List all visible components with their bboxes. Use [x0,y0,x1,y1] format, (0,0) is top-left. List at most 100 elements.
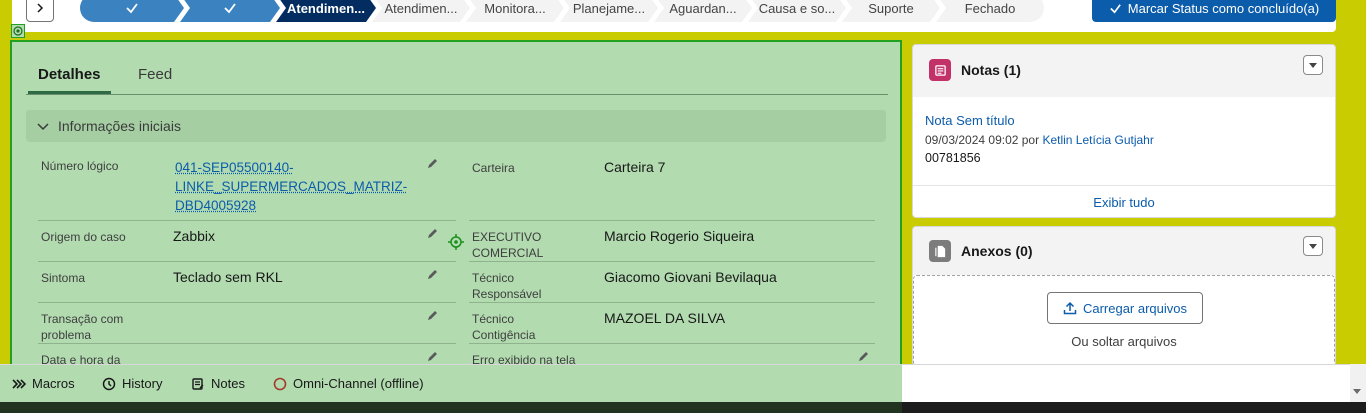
utility-bar: Macros History Notes Omni-Channel (offli… [0,364,1350,403]
section-header-informacoes[interactable]: Informações iniciais [26,110,886,142]
field-value-numero-logico-line1[interactable]: 041-SEP05500140- [175,158,294,177]
view-all-label: Exibir tudo [1093,194,1155,210]
upload-files-button[interactable]: Carregar arquivos [1047,292,1203,324]
check-icon [125,1,139,15]
utility-omni-label: Omni-Channel (offline) [293,376,424,391]
caret-down-icon [1309,63,1317,68]
field-label-transacao-1: Transação com [41,312,124,326]
path-stage-5[interactable]: Monitora... [466,0,564,22]
path-stage-9[interactable]: Suporte [842,0,940,22]
check-icon [1110,3,1121,13]
mark-status-label: Marcar Status como concluído(a) [1127,0,1320,16]
field-value-numero-logico-line3[interactable]: DBD4005928 [175,196,256,215]
field-value-tecnico-resp: Giacomo Giovani Bevilaqua [604,269,777,285]
attachments-card-menu-button[interactable] [1303,236,1323,256]
notes-card-header: Notas (1) [913,45,1335,97]
attachments-card-header: Anexos (0) [913,227,1335,275]
os-taskbar [0,402,1366,413]
pencil-icon[interactable] [426,268,439,281]
offline-status-icon [273,377,287,390]
path-stage-label: Fechado [964,0,1016,16]
divider [38,343,456,344]
tab-feed[interactable]: Feed [138,66,172,83]
notes-card-menu-button[interactable] [1303,55,1323,75]
tab-detalhes[interactable]: Detalhes [28,66,110,94]
utility-macros[interactable]: Macros [12,376,75,391]
scroll-down-icon[interactable] [1352,388,1362,396]
pencil-icon[interactable] [426,157,439,170]
section-title: Informações iniciais [58,118,181,134]
target-icon [11,24,25,38]
scrollbar[interactable] [1350,364,1366,402]
field-value-numero-logico-line2[interactable]: LINKE_SUPERMERCADOS_MATRIZ- [175,177,407,196]
field-label-numero-logico: Número lógico [41,159,119,173]
path-stage-8[interactable]: Causa e so... [748,0,846,22]
path-stage-10[interactable]: Fechado [936,0,1044,22]
field-label-executivo-2: COMERCIAL [472,246,544,260]
note-link[interactable]: Nota Sem título [925,113,1015,128]
crosshair-icon [448,234,464,250]
file-dropzone[interactable]: Carregar arquivos Ou soltar arquivos [913,275,1335,366]
drop-files-text: Ou soltar arquivos [1071,334,1177,349]
notes-card-title[interactable]: Notas (1) [961,62,1021,78]
utility-history-label: History [122,376,163,391]
field-label-tecnico-cont-1: Técnico [472,312,515,326]
path-stage-label: Suporte [868,0,914,16]
mark-status-complete-button[interactable]: Marcar Status como concluído(a) [1092,0,1336,22]
divider [469,302,875,303]
path-stage-current[interactable]: Atendimen... [276,0,376,22]
divider [38,261,456,262]
field-label-carteira: Carteira [472,161,515,175]
path-toggle-button[interactable] [26,0,54,22]
divider [469,343,875,344]
taskbar-highlight [0,402,902,413]
note-date: 09/03/2024 09:02 por [925,133,1040,147]
pencil-icon[interactable] [426,350,439,363]
chevron-down-icon [37,123,49,131]
note-icon [192,377,204,390]
path-stage-1[interactable] [80,0,184,22]
chevron-right-icon [37,3,44,13]
file-icon [929,240,951,262]
pencil-icon[interactable] [426,227,439,240]
status-path-bar: Atendimen... Atendimen... Monitora... Pl… [12,0,1336,32]
note-author-link[interactable]: Ketlin Letícia Gutjahr [1042,133,1153,147]
attachments-card: Anexos (0) Carregar arquivos Ou soltar a… [912,226,1336,366]
utility-macros-label: Macros [32,376,75,391]
divider [38,220,456,221]
field-value-carteira: Carteira 7 [604,159,666,175]
pencil-icon[interactable] [426,309,439,322]
note-number: 00781856 [925,151,981,165]
caret-down-icon [1309,244,1317,249]
field-value-origem: Zabbix [173,228,216,244]
divider [469,220,875,221]
field-value-tecnico-cont: MAZOEL DA SILVA [604,310,726,326]
attachments-card-title[interactable]: Anexos (0) [961,243,1033,259]
upload-icon [1063,301,1077,315]
path-stage-label: Monitora... [484,0,546,16]
check-icon [223,1,237,15]
path-stage-label: Aguardan... [669,0,737,16]
path-stage-6[interactable]: Planejame... [560,0,658,22]
field-label-transacao-2: problema [41,328,92,342]
pencil-icon[interactable] [857,350,870,363]
view-all-link[interactable]: Exibir tudo [913,185,1335,217]
field-label-sintoma: Sintoma [41,271,86,285]
path-stage-label: Atendimen... [384,0,458,16]
path-stage-4[interactable]: Atendimen... [372,0,470,22]
path-stage-label: Atendimen... [286,0,365,16]
utility-notes[interactable]: Notes [191,376,245,391]
utility-omni-channel[interactable]: Omni-Channel (offline) [273,376,424,391]
field-label-tecnico-resp-2: Responsável [472,287,542,301]
note-meta: 09/03/2024 09:02 por Ketlin Letícia Gutj… [925,133,1154,147]
field-label-tecnico-resp-1: Técnico [472,271,515,285]
notes-card: Notas (1) Nota Sem título 09/03/2024 09:… [912,44,1336,218]
path-stage-2[interactable] [180,0,280,22]
path-stage-7[interactable]: Aguardan... [654,0,752,22]
field-value-sintoma: Teclado sem RKL [173,269,283,285]
field-label-executivo-1: EXECUTIVO [472,230,542,244]
path-stage-label: Planejame... [572,0,646,16]
utility-history[interactable]: History [102,376,162,391]
clock-icon [102,377,116,390]
field-label-origem: Origem do caso [41,230,126,244]
